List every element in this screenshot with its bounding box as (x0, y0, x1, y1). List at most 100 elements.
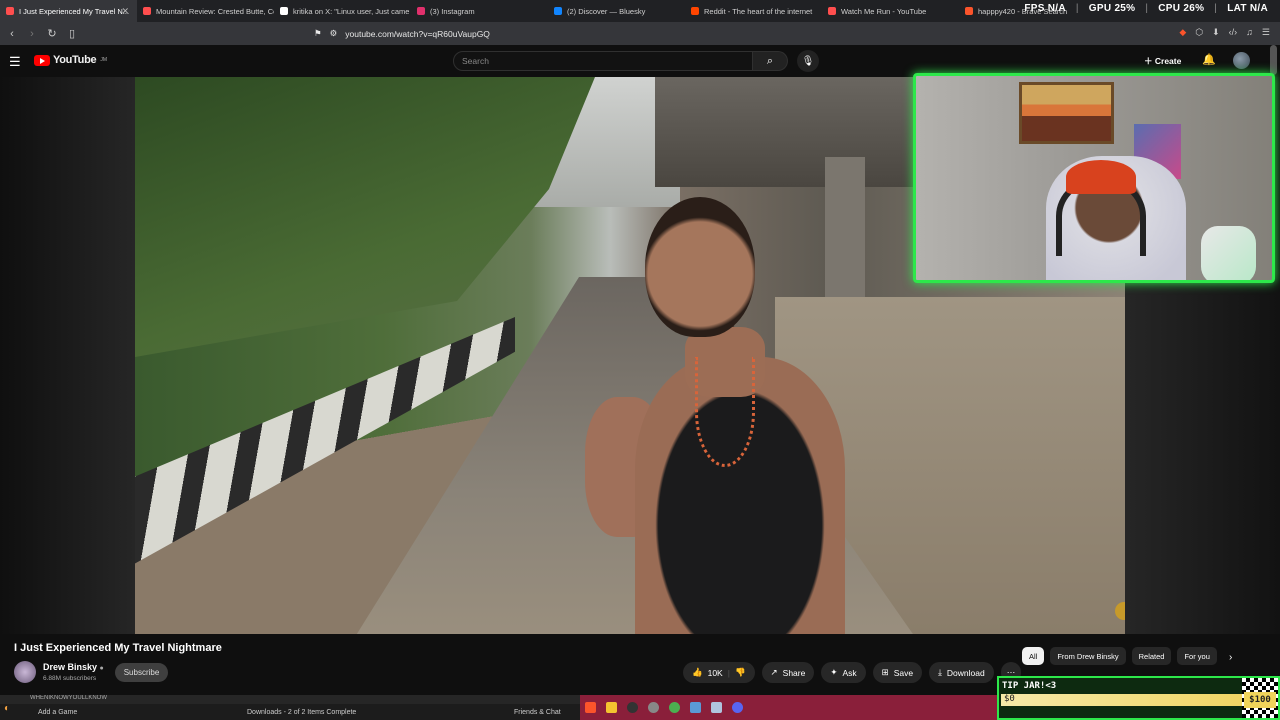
tab-reddit[interactable]: Reddit - The heart of the internet (685, 0, 822, 22)
tab-label: Watch Me Run - YouTube (841, 6, 927, 16)
brave-favicon-icon (965, 7, 973, 15)
separator: | (1075, 3, 1079, 14)
thumbs-up-icon: 👍 (692, 667, 703, 677)
account-avatar[interactable] (1233, 52, 1250, 69)
chip-all[interactable]: All (1022, 647, 1045, 665)
subscribe-button[interactable]: Subscribe (115, 663, 168, 682)
downloads-icon[interactable]: ⬇ (1212, 27, 1220, 38)
tab-label: Reddit - The heart of the internet (704, 6, 813, 16)
download-label: Download (946, 667, 985, 678)
tab-label: (3) Instagram (430, 6, 475, 16)
video-person (585, 187, 865, 634)
add-game-button[interactable]: Add a Game (38, 709, 77, 716)
tab-x-post[interactable]: kritika on X: "Linux user, Just came a..… (274, 0, 411, 22)
channel-name-text: Drew Binsky (43, 662, 98, 672)
instagram-favicon-icon (417, 7, 425, 15)
related-chips: All From Drew Binsky Related For you (1022, 647, 1217, 665)
music-icon[interactable]: ♫ (1246, 27, 1253, 38)
obs-app-icon[interactable] (627, 702, 638, 713)
like-count: 10K (707, 667, 723, 678)
back-icon[interactable]: ‹ (4, 28, 20, 40)
tab-youtube-video[interactable]: I Just Experienced My Travel N... ✕ (0, 0, 137, 22)
bluesky-favicon-icon (554, 7, 562, 15)
search-input[interactable]: Search (453, 51, 753, 71)
voice-search-button[interactable]: 🎙 (797, 50, 819, 72)
tip-jar-current: $0 (1004, 694, 1015, 704)
bookmark-icon: ⊞ (881, 667, 889, 677)
photos-app-icon[interactable] (690, 702, 701, 713)
search-icon: ⌕ (766, 54, 774, 67)
taskbar-marquee: WHENIKNOWYOULLKNOW (0, 695, 580, 704)
tip-jar-overlay: TIP JAR!<3 $0 $100 (997, 676, 1280, 720)
search-placeholder: Search (462, 56, 489, 66)
download-button[interactable]: ⤓ Download (929, 662, 994, 683)
channel-avatar[interactable] (14, 661, 36, 683)
fps-stat: FPS N/A (1024, 3, 1066, 14)
tab-mountain-review[interactable]: Mountain Review: Crested Butte, Colo... (137, 0, 274, 22)
friends-chat-button[interactable]: Friends & Chat (514, 709, 561, 716)
latency-stat: LAT N/A (1227, 3, 1268, 14)
channel-name[interactable]: Drew Binsky ● (43, 662, 104, 672)
youtube-logo[interactable]: YouTube JM (34, 54, 107, 66)
start-icon[interactable]: ◐ (4, 703, 10, 714)
page-scrollbar[interactable] (1270, 45, 1277, 75)
streamer-cap (1066, 160, 1136, 194)
sparkle-icon: ✦ (830, 667, 838, 677)
bookmark-icon[interactable]: ⚑ (314, 28, 322, 39)
chrome-app-icon[interactable] (669, 702, 680, 713)
tab-bluesky[interactable]: (2) Discover — Bluesky (548, 0, 685, 22)
like-button[interactable]: 👍 10K | 👎 (683, 662, 755, 683)
tab-watch-me-run[interactable]: Watch Me Run - YouTube (822, 0, 959, 22)
streamer-microphone (1201, 226, 1256, 280)
chevron-right-icon[interactable]: › (1229, 652, 1232, 663)
devtools-icon[interactable]: ‹/› (1229, 27, 1238, 38)
thumbs-down-icon[interactable]: 👎 (735, 667, 746, 678)
wall-painting (1019, 82, 1114, 144)
youtube-favicon-icon (143, 7, 151, 15)
address-bar: ‹ › ↻ ▯ ⚑ ⚙ youtube.com/watch?v=qR60uVau… (0, 22, 1280, 45)
downloads-status[interactable]: Downloads - 2 of 2 Items Complete (247, 709, 356, 716)
close-tab-icon[interactable]: ✕ (121, 6, 129, 17)
site-info-icon[interactable]: ⚙ (330, 28, 338, 39)
ask-button[interactable]: ✦ Ask (821, 662, 866, 683)
settings-app-icon[interactable] (648, 702, 659, 713)
tab-label: kritika on X: "Linux user, Just came a..… (293, 6, 411, 16)
chip-for-you[interactable]: For you (1177, 647, 1217, 665)
notifications-bell-icon[interactable]: 🔔 (1202, 53, 1216, 66)
person-head (645, 197, 755, 337)
cpu-stat: CPU 26% (1158, 3, 1205, 14)
create-label: Create (1154, 56, 1182, 66)
tab-label: Mountain Review: Crested Butte, Colo... (156, 6, 274, 16)
menu-icon[interactable]: ☰ (1262, 27, 1270, 38)
notes-app-icon[interactable] (711, 702, 722, 713)
logo-text: YouTube (53, 54, 97, 66)
discord-app-icon[interactable] (732, 702, 743, 713)
brave-app-icon[interactable] (585, 702, 596, 713)
create-button[interactable]: ＋ Create (1144, 55, 1181, 67)
video-title: I Just Experienced My Travel Nightmare (14, 642, 222, 654)
tab-instagram[interactable]: (3) Instagram (411, 0, 548, 22)
url-text: youtube.com/watch?v=qR60uVaupGQ (345, 28, 490, 39)
url-field[interactable]: ⚑ ⚙ youtube.com/watch?v=qR60uVaupGQ (314, 25, 936, 42)
sidebar-toggle-icon[interactable]: ▯ (64, 27, 80, 40)
chip-from-channel[interactable]: From Drew Binsky (1050, 647, 1126, 665)
save-button[interactable]: ⊞ Save (872, 662, 923, 683)
person-necklace (695, 357, 755, 467)
folder-app-icon[interactable] (606, 702, 617, 713)
youtube-favicon-icon (6, 7, 14, 15)
forward-icon[interactable]: › (24, 28, 40, 40)
extension-icon[interactable]: ⬡ (1195, 27, 1203, 38)
reload-icon[interactable]: ↻ (44, 27, 60, 40)
video-mountain (135, 77, 595, 357)
youtube-play-icon (34, 54, 50, 66)
search-button[interactable]: ⌕ (753, 51, 788, 71)
brave-shields-icon[interactable]: ◆ (1179, 27, 1186, 38)
tab-label: I Just Experienced My Travel N... (19, 6, 130, 16)
separator: | (1214, 3, 1218, 14)
chip-related[interactable]: Related (1131, 647, 1172, 665)
share-button[interactable]: ↗ Share (761, 662, 815, 683)
share-icon: ↗ (770, 667, 778, 677)
hamburger-menu-icon[interactable]: ☰ (9, 54, 21, 70)
save-label: Save (893, 667, 914, 678)
x-favicon-icon (280, 7, 288, 15)
